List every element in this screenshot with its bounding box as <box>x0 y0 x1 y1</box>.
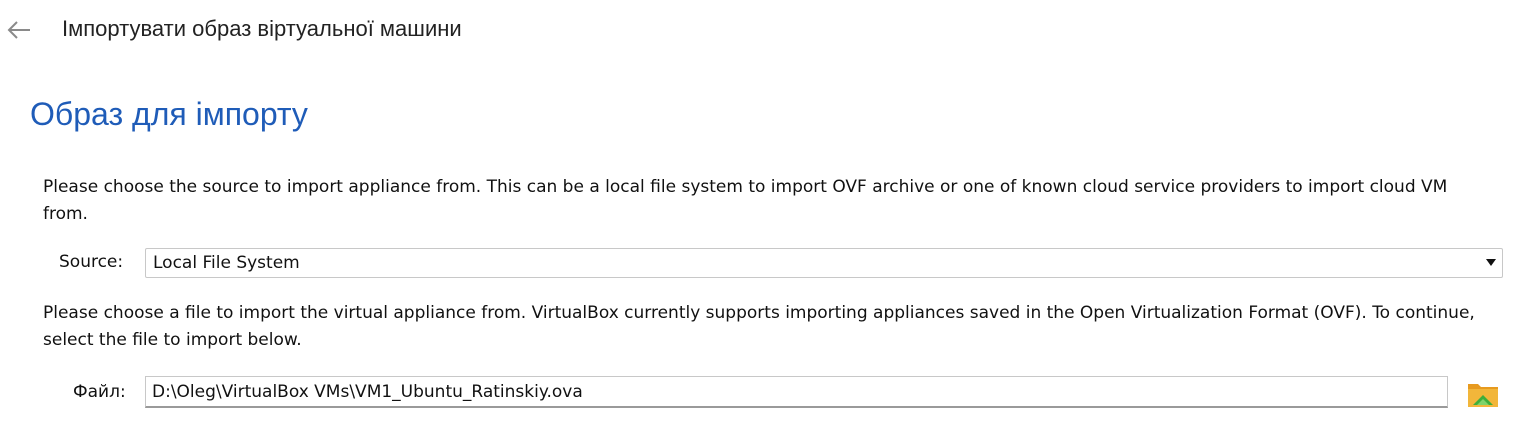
browse-file-button[interactable] <box>1465 375 1501 411</box>
file-label: Файл: <box>73 382 126 402</box>
source-label: Source: <box>59 252 124 272</box>
source-description: Please choose the source to import appli… <box>43 177 1448 224</box>
window-title: Імпортувати образ віртуальної машини <box>62 16 462 41</box>
source-dropdown[interactable]: Local File System <box>145 248 1503 278</box>
source-selected-value: Local File System <box>153 253 300 273</box>
folder-browse-icon <box>1468 384 1498 407</box>
arrow-left-icon <box>7 21 30 39</box>
chevron-down-icon <box>1486 259 1496 266</box>
back-button[interactable] <box>4 18 34 42</box>
file-description: Please choose a file to import the virtu… <box>43 303 1475 350</box>
file-path-input[interactable] <box>145 376 1448 408</box>
header-bar: Імпортувати образ віртуальної машини <box>0 0 1514 60</box>
page-title: Образ для імпорту <box>30 96 308 132</box>
